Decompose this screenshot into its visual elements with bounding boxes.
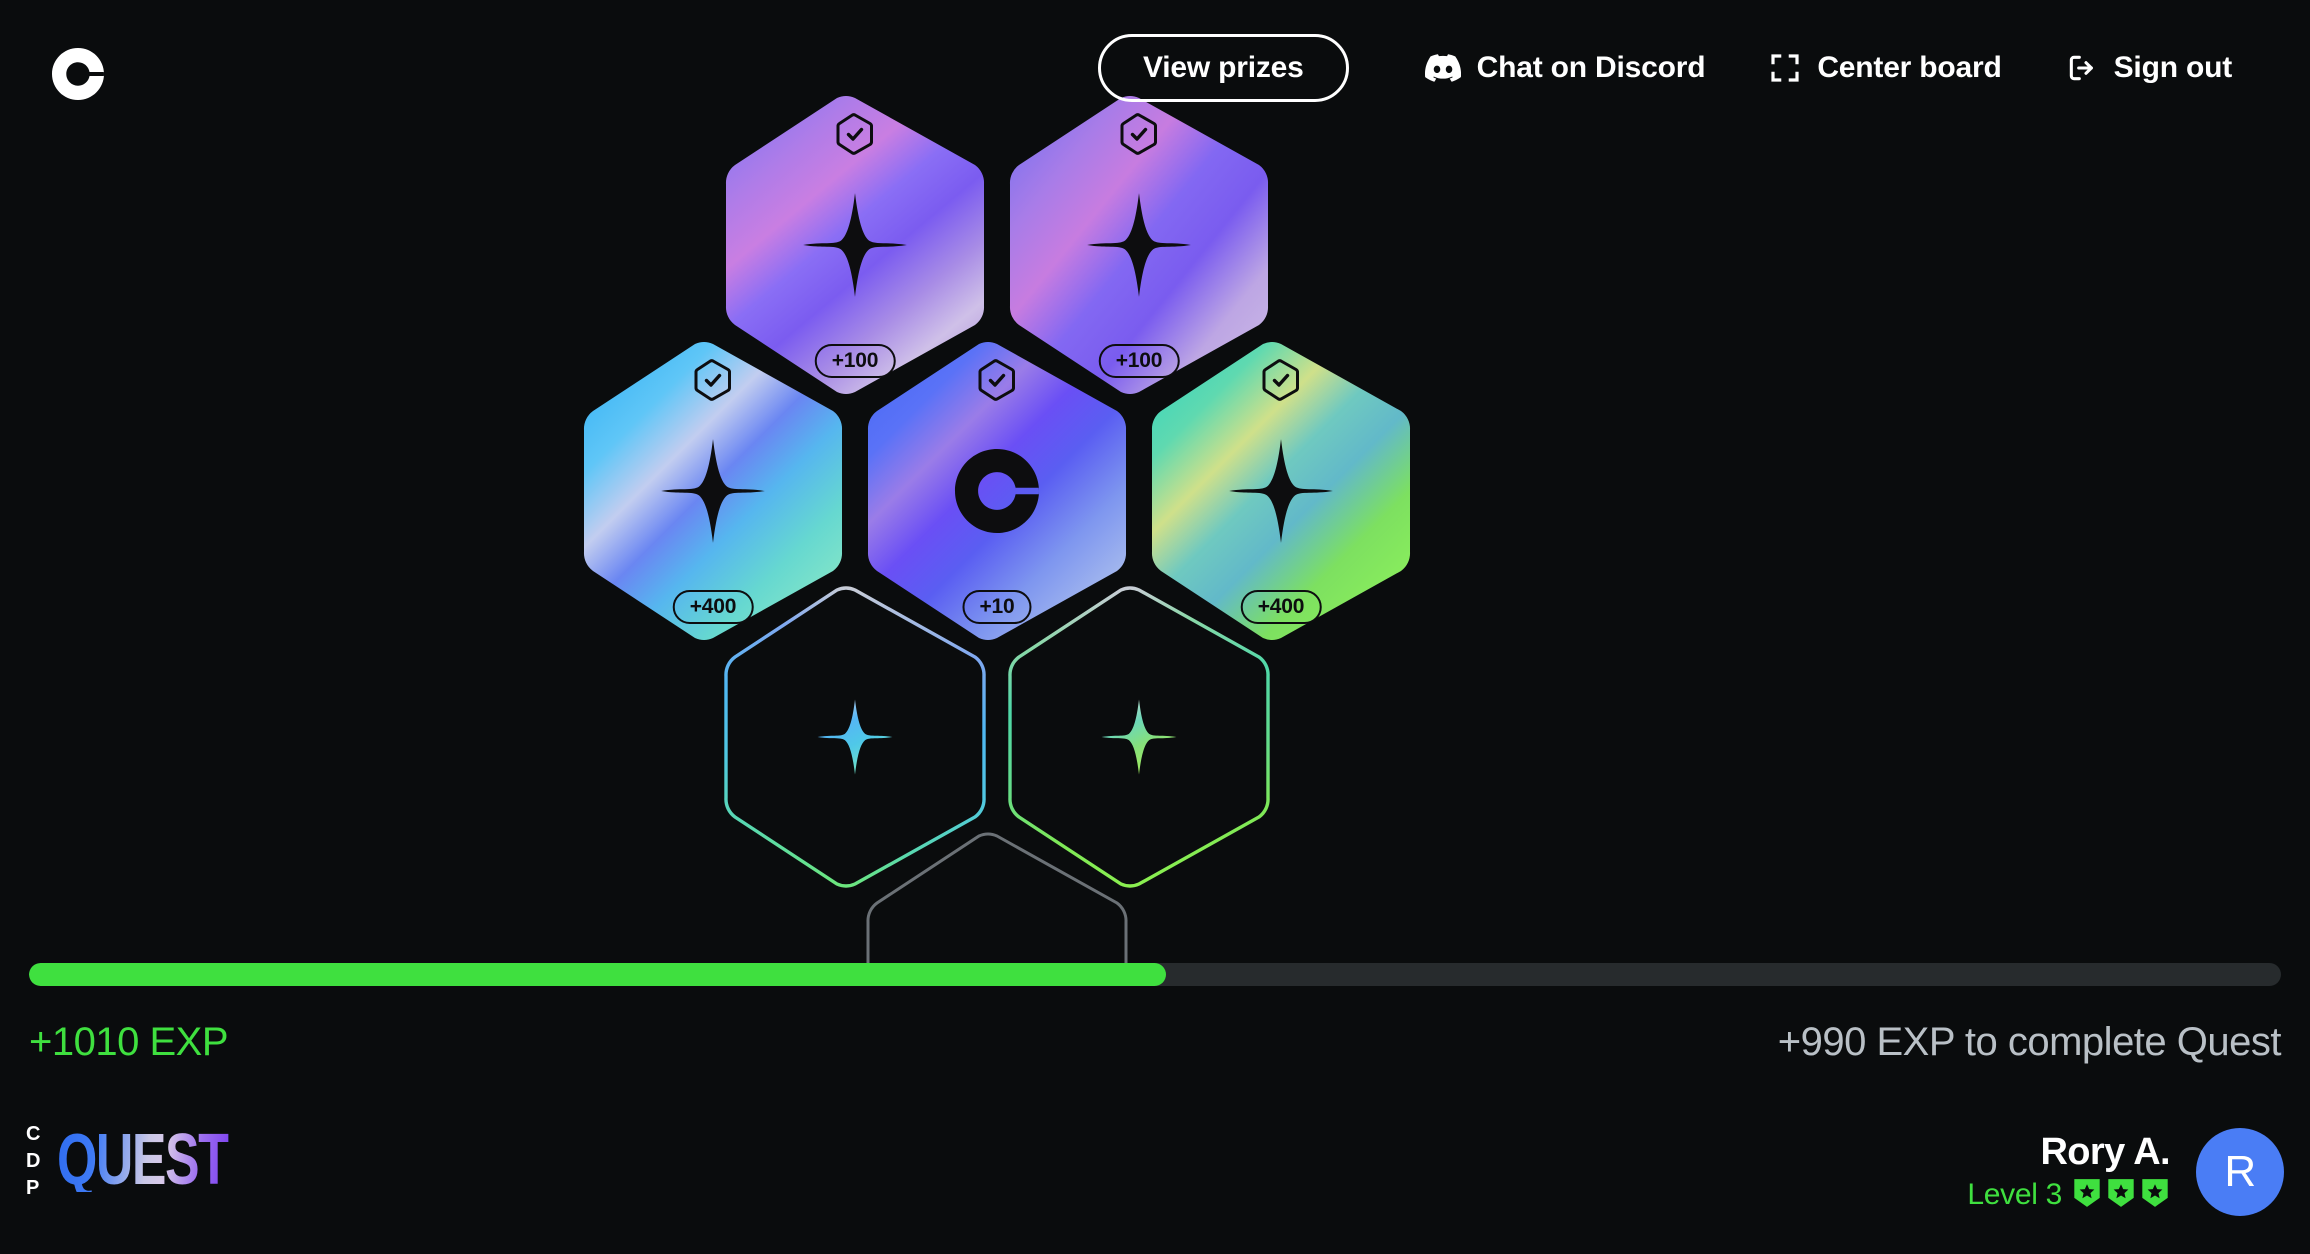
top-header: View prizes Chat on Discord Center board bbox=[0, 0, 2310, 148]
nav-label-center-board: Center board bbox=[1817, 51, 2002, 84]
nav-label-chat-on-discord: Chat on Discord bbox=[1476, 51, 1706, 84]
header-nav: View prizes Chat on Discord Center board bbox=[1097, 34, 2264, 102]
view-prizes-label: View prizes bbox=[1142, 51, 1304, 84]
cdp-quest-logo[interactable]: C D P QUEST bbox=[26, 1124, 295, 1198]
sparkle-star-icon bbox=[801, 191, 909, 299]
level-badges bbox=[2072, 1178, 2170, 1213]
crosshair-frame-icon bbox=[1769, 52, 1801, 84]
nav-item-chat-on-discord[interactable]: Chat on Discord bbox=[1393, 44, 1738, 92]
user-level-label: Level 3 bbox=[1967, 1178, 2062, 1212]
user-profile[interactable]: Rory A. Level 3 R bbox=[1967, 1128, 2284, 1216]
reward-pill: +100 bbox=[1098, 344, 1180, 378]
reward-pill: +400 bbox=[1240, 590, 1322, 624]
level-badge-icon bbox=[2140, 1178, 2170, 1213]
user-text-block: Rory A. Level 3 bbox=[1967, 1131, 2170, 1213]
progress-track bbox=[29, 963, 2281, 986]
level-badge-icon bbox=[2072, 1178, 2102, 1213]
reward-pill: +400 bbox=[672, 590, 754, 624]
progress-bar[interactable] bbox=[0, 958, 2310, 992]
coinbase-logo-icon bbox=[955, 449, 1039, 533]
progress-fill bbox=[29, 963, 1167, 986]
sparkle-star-icon bbox=[1085, 191, 1193, 299]
user-level-row: Level 3 bbox=[1967, 1178, 2170, 1213]
sign-out-icon bbox=[2066, 52, 2098, 84]
nav-item-sign-out[interactable]: Sign out bbox=[2034, 44, 2264, 92]
hex-tile-8-hidden[interactable] bbox=[865, 832, 1129, 970]
check-badge-icon bbox=[1262, 359, 1300, 401]
exp-earned-label: +1010 EXP bbox=[29, 1020, 229, 1064]
bottom-bar: C D P QUEST Rory A. Level 3 R bbox=[0, 1110, 2310, 1254]
coinbase-logo[interactable] bbox=[52, 48, 104, 100]
check-badge-icon bbox=[978, 359, 1016, 401]
reward-pill: +100 bbox=[814, 344, 896, 378]
quest-wordmark: QUEST bbox=[56, 1120, 230, 1201]
cdp-letter-p: P bbox=[26, 1177, 40, 1199]
sparkle-star-icon bbox=[659, 437, 767, 545]
quest-board-page: View prizes Chat on Discord Center board bbox=[0, 0, 2310, 1254]
sparkle-star-icon bbox=[816, 698, 894, 776]
discord-icon bbox=[1424, 54, 1461, 82]
sparkle-star-icon bbox=[1100, 698, 1178, 776]
exp-summary-row: +1010 EXP +990 EXP to complete Quest bbox=[0, 1020, 2310, 1080]
exp-remaining-label: +990 EXP to complete Quest bbox=[1777, 1020, 2282, 1064]
avatar[interactable]: R bbox=[2196, 1128, 2284, 1216]
view-prizes-button[interactable]: View prizes bbox=[1097, 34, 1349, 102]
check-badge-icon bbox=[694, 359, 732, 401]
cdp-letters: C D P bbox=[26, 1124, 41, 1198]
cdp-letter-d: D bbox=[26, 1150, 41, 1172]
nav-label-sign-out: Sign out bbox=[2113, 51, 2233, 84]
user-name: Rory A. bbox=[2040, 1131, 2170, 1174]
cdp-letter-c: C bbox=[26, 1123, 41, 1145]
avatar-initial: R bbox=[2224, 1147, 2256, 1196]
level-badge-icon bbox=[2106, 1178, 2136, 1213]
nav-item-center-board[interactable]: Center board bbox=[1737, 44, 2033, 92]
sparkle-star-icon bbox=[1227, 437, 1335, 545]
reward-pill: +10 bbox=[962, 590, 1032, 624]
